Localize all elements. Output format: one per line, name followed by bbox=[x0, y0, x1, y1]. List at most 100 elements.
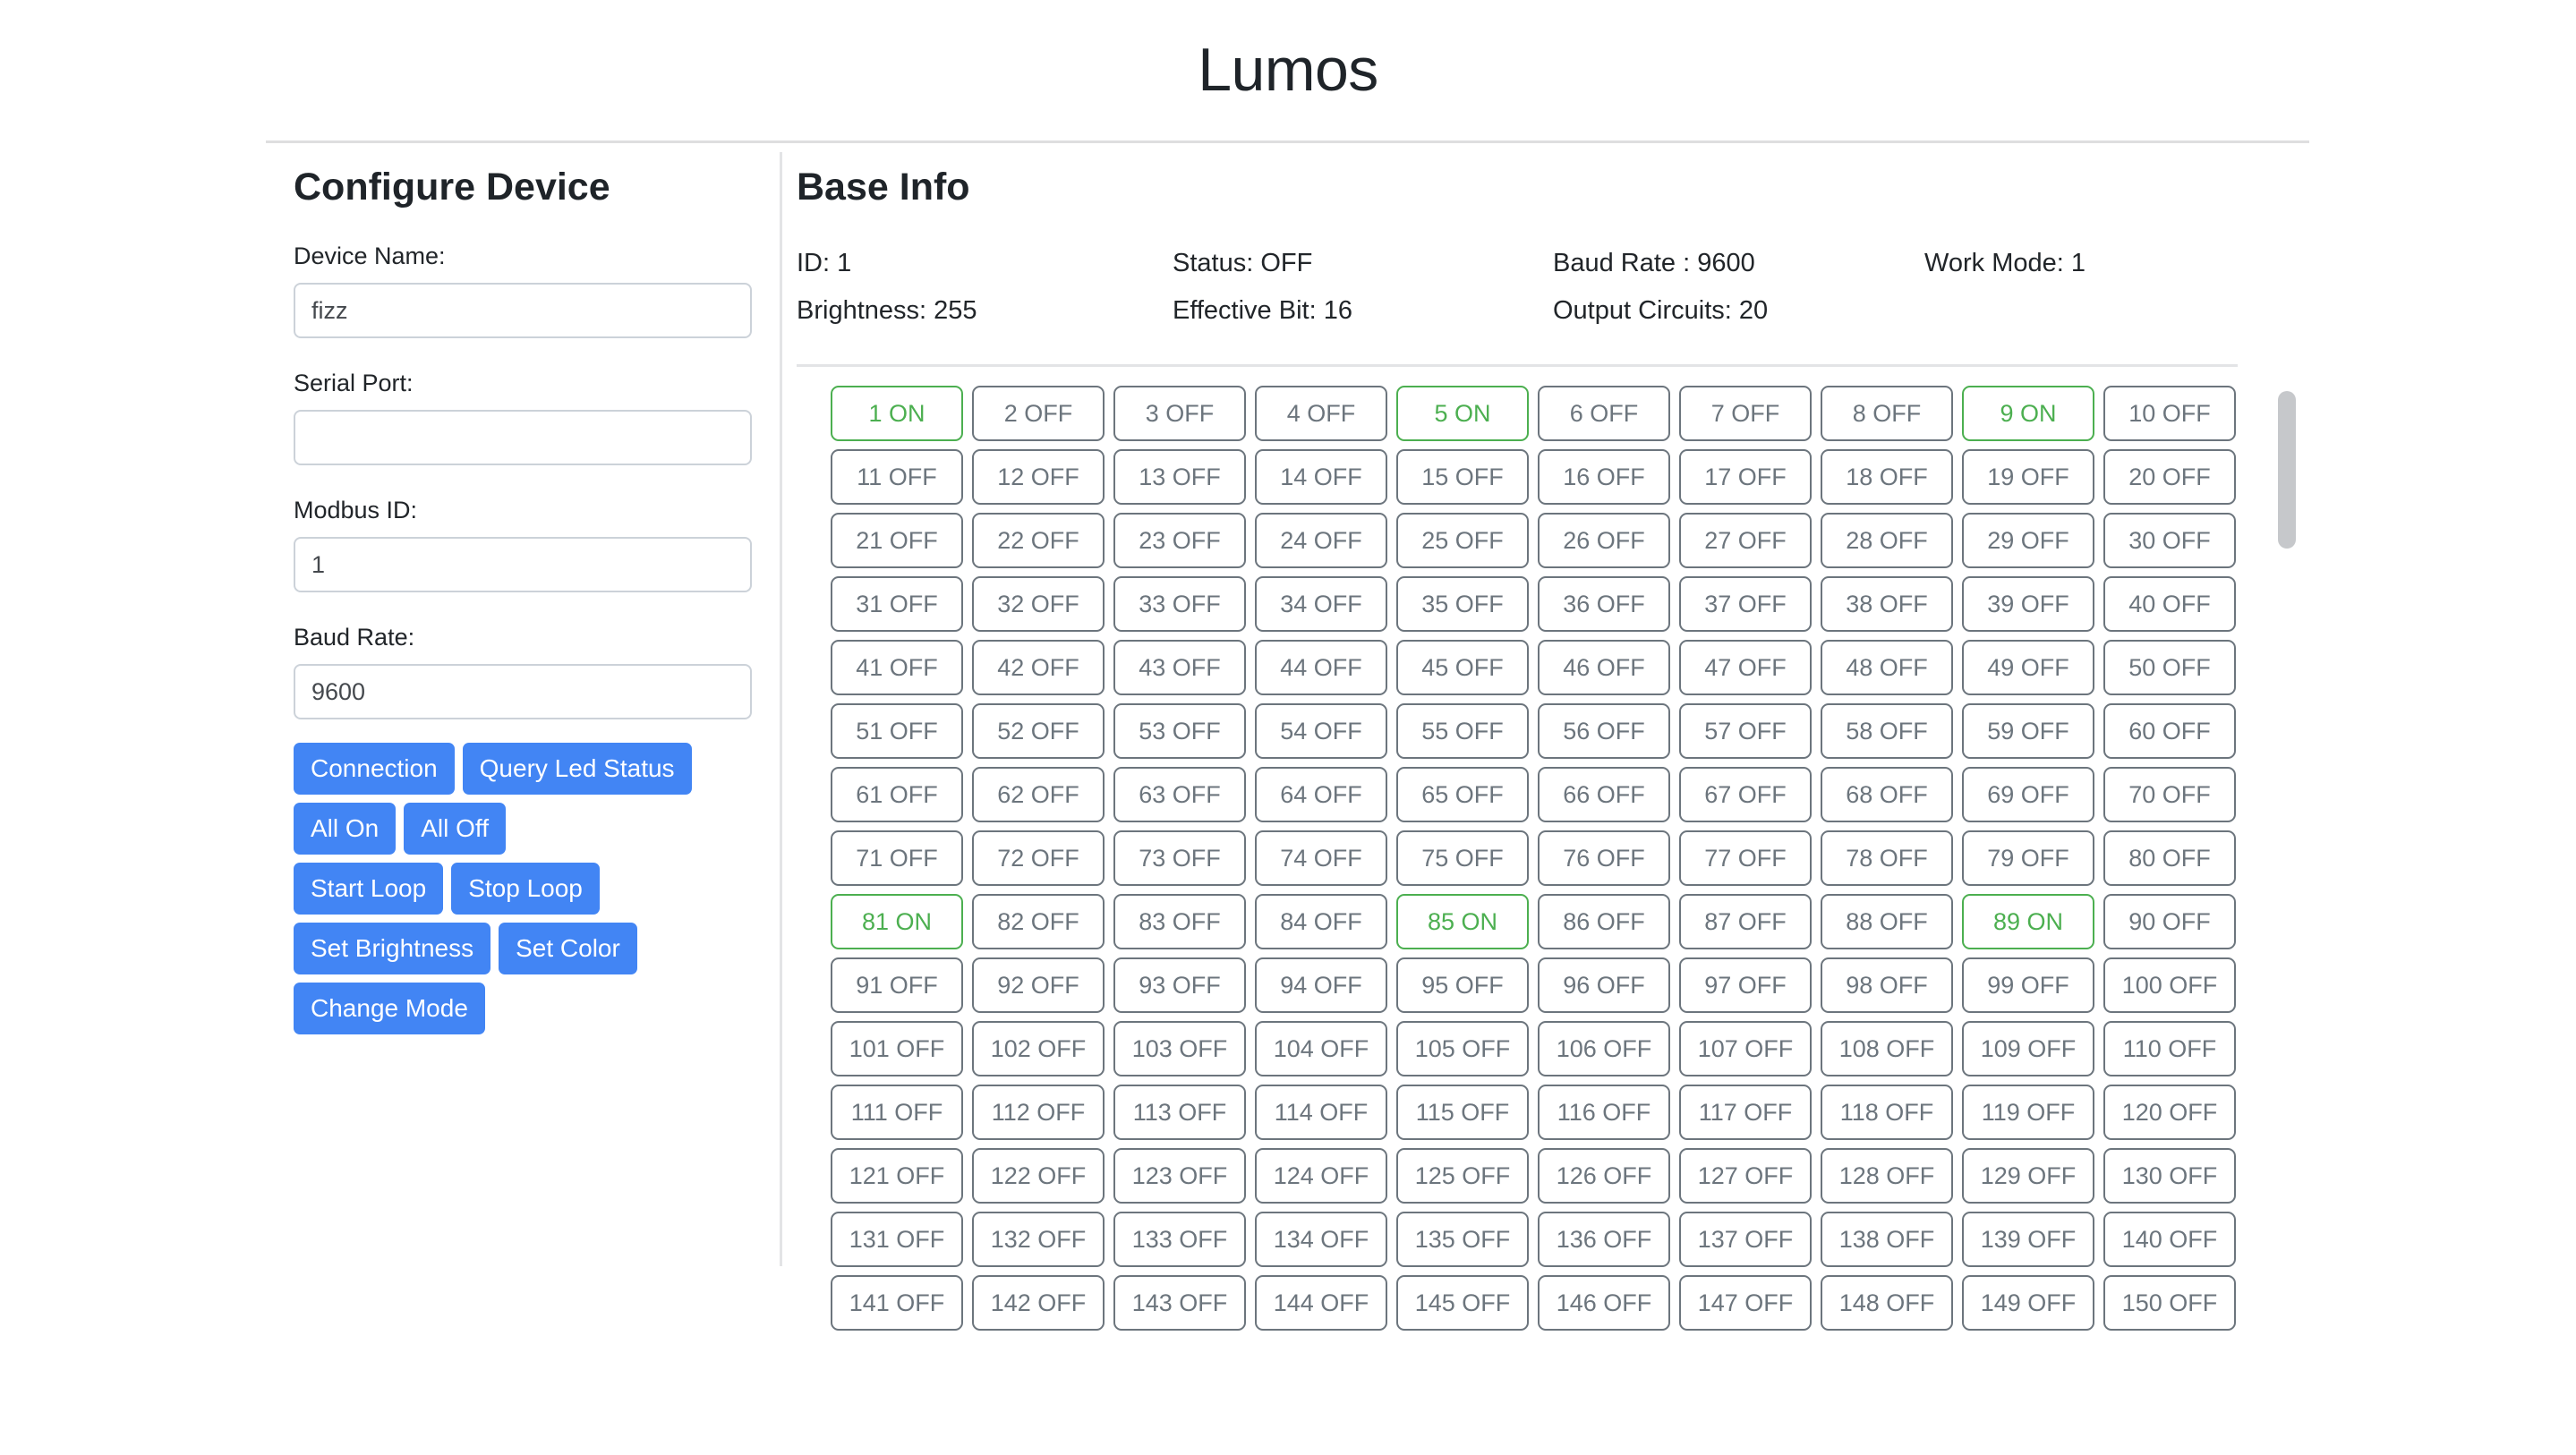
field-input-3[interactable] bbox=[294, 664, 752, 719]
led-button-140[interactable]: 140 OFF bbox=[2103, 1212, 2236, 1267]
led-button-5[interactable]: 5 ON bbox=[1396, 386, 1529, 441]
led-button-98[interactable]: 98 OFF bbox=[1821, 957, 1953, 1013]
led-button-95[interactable]: 95 OFF bbox=[1396, 957, 1529, 1013]
led-button-133[interactable]: 133 OFF bbox=[1113, 1212, 1246, 1267]
query-led-status-button[interactable]: Query Led Status bbox=[462, 743, 692, 795]
led-button-48[interactable]: 48 OFF bbox=[1821, 640, 1953, 695]
led-button-40[interactable]: 40 OFF bbox=[2103, 576, 2236, 632]
led-button-137[interactable]: 137 OFF bbox=[1679, 1212, 1812, 1267]
led-button-46[interactable]: 46 OFF bbox=[1538, 640, 1670, 695]
led-button-88[interactable]: 88 OFF bbox=[1821, 894, 1953, 949]
led-button-127[interactable]: 127 OFF bbox=[1679, 1148, 1812, 1204]
led-button-149[interactable]: 149 OFF bbox=[1962, 1275, 2094, 1331]
led-button-60[interactable]: 60 OFF bbox=[2103, 703, 2236, 759]
start-loop-button[interactable]: Start Loop bbox=[294, 863, 444, 915]
all-off-button[interactable]: All Off bbox=[404, 803, 506, 855]
led-button-31[interactable]: 31 OFF bbox=[831, 576, 963, 632]
led-button-93[interactable]: 93 OFF bbox=[1113, 957, 1246, 1013]
led-button-70[interactable]: 70 OFF bbox=[2103, 767, 2236, 822]
led-button-54[interactable]: 54 OFF bbox=[1255, 703, 1387, 759]
led-button-25[interactable]: 25 OFF bbox=[1396, 513, 1529, 568]
led-button-100[interactable]: 100 OFF bbox=[2103, 957, 2236, 1013]
led-button-143[interactable]: 143 OFF bbox=[1113, 1275, 1246, 1331]
led-button-30[interactable]: 30 OFF bbox=[2103, 513, 2236, 568]
led-button-29[interactable]: 29 OFF bbox=[1962, 513, 2094, 568]
led-button-139[interactable]: 139 OFF bbox=[1962, 1212, 2094, 1267]
led-button-150[interactable]: 150 OFF bbox=[2103, 1275, 2236, 1331]
led-button-89[interactable]: 89 ON bbox=[1962, 894, 2094, 949]
led-button-59[interactable]: 59 OFF bbox=[1962, 703, 2094, 759]
led-button-91[interactable]: 91 OFF bbox=[831, 957, 963, 1013]
led-button-58[interactable]: 58 OFF bbox=[1821, 703, 1953, 759]
led-button-81[interactable]: 81 ON bbox=[831, 894, 963, 949]
led-button-112[interactable]: 112 OFF bbox=[972, 1085, 1105, 1140]
led-button-135[interactable]: 135 OFF bbox=[1396, 1212, 1529, 1267]
led-button-118[interactable]: 118 OFF bbox=[1821, 1085, 1953, 1140]
led-button-105[interactable]: 105 OFF bbox=[1396, 1021, 1529, 1076]
stop-loop-button[interactable]: Stop Loop bbox=[451, 863, 600, 915]
led-button-138[interactable]: 138 OFF bbox=[1821, 1212, 1953, 1267]
led-button-14[interactable]: 14 OFF bbox=[1255, 449, 1387, 505]
led-button-136[interactable]: 136 OFF bbox=[1538, 1212, 1670, 1267]
led-button-55[interactable]: 55 OFF bbox=[1396, 703, 1529, 759]
led-button-26[interactable]: 26 OFF bbox=[1538, 513, 1670, 568]
led-button-87[interactable]: 87 OFF bbox=[1679, 894, 1812, 949]
led-button-8[interactable]: 8 OFF bbox=[1821, 386, 1953, 441]
led-button-65[interactable]: 65 OFF bbox=[1396, 767, 1529, 822]
led-button-33[interactable]: 33 OFF bbox=[1113, 576, 1246, 632]
field-input-1[interactable] bbox=[294, 410, 752, 465]
led-button-24[interactable]: 24 OFF bbox=[1255, 513, 1387, 568]
led-button-15[interactable]: 15 OFF bbox=[1396, 449, 1529, 505]
led-button-61[interactable]: 61 OFF bbox=[831, 767, 963, 822]
led-button-19[interactable]: 19 OFF bbox=[1962, 449, 2094, 505]
led-button-129[interactable]: 129 OFF bbox=[1962, 1148, 2094, 1204]
led-button-82[interactable]: 82 OFF bbox=[972, 894, 1105, 949]
led-button-34[interactable]: 34 OFF bbox=[1255, 576, 1387, 632]
led-button-13[interactable]: 13 OFF bbox=[1113, 449, 1246, 505]
led-button-28[interactable]: 28 OFF bbox=[1821, 513, 1953, 568]
led-button-147[interactable]: 147 OFF bbox=[1679, 1275, 1812, 1331]
led-button-39[interactable]: 39 OFF bbox=[1962, 576, 2094, 632]
led-button-53[interactable]: 53 OFF bbox=[1113, 703, 1246, 759]
led-button-145[interactable]: 145 OFF bbox=[1396, 1275, 1529, 1331]
led-button-99[interactable]: 99 OFF bbox=[1962, 957, 2094, 1013]
led-button-108[interactable]: 108 OFF bbox=[1821, 1021, 1953, 1076]
led-button-83[interactable]: 83 OFF bbox=[1113, 894, 1246, 949]
led-button-37[interactable]: 37 OFF bbox=[1679, 576, 1812, 632]
led-button-66[interactable]: 66 OFF bbox=[1538, 767, 1670, 822]
led-button-21[interactable]: 21 OFF bbox=[831, 513, 963, 568]
led-button-131[interactable]: 131 OFF bbox=[831, 1212, 963, 1267]
led-button-107[interactable]: 107 OFF bbox=[1679, 1021, 1812, 1076]
led-button-23[interactable]: 23 OFF bbox=[1113, 513, 1246, 568]
led-button-96[interactable]: 96 OFF bbox=[1538, 957, 1670, 1013]
led-button-16[interactable]: 16 OFF bbox=[1538, 449, 1670, 505]
field-input-2[interactable] bbox=[294, 537, 752, 592]
led-button-134[interactable]: 134 OFF bbox=[1255, 1212, 1387, 1267]
led-button-77[interactable]: 77 OFF bbox=[1679, 830, 1812, 886]
led-button-113[interactable]: 113 OFF bbox=[1113, 1085, 1246, 1140]
led-button-27[interactable]: 27 OFF bbox=[1679, 513, 1812, 568]
led-button-75[interactable]: 75 OFF bbox=[1396, 830, 1529, 886]
change-mode-button[interactable]: Change Mode bbox=[294, 983, 485, 1034]
led-button-3[interactable]: 3 OFF bbox=[1113, 386, 1246, 441]
led-button-44[interactable]: 44 OFF bbox=[1255, 640, 1387, 695]
led-button-1[interactable]: 1 ON bbox=[831, 386, 963, 441]
led-button-116[interactable]: 116 OFF bbox=[1538, 1085, 1670, 1140]
led-button-43[interactable]: 43 OFF bbox=[1113, 640, 1246, 695]
led-button-74[interactable]: 74 OFF bbox=[1255, 830, 1387, 886]
led-button-106[interactable]: 106 OFF bbox=[1538, 1021, 1670, 1076]
led-button-71[interactable]: 71 OFF bbox=[831, 830, 963, 886]
led-button-10[interactable]: 10 OFF bbox=[2103, 386, 2236, 441]
led-button-50[interactable]: 50 OFF bbox=[2103, 640, 2236, 695]
led-button-52[interactable]: 52 OFF bbox=[972, 703, 1105, 759]
led-button-51[interactable]: 51 OFF bbox=[831, 703, 963, 759]
led-button-85[interactable]: 85 ON bbox=[1396, 894, 1529, 949]
led-button-90[interactable]: 90 OFF bbox=[2103, 894, 2236, 949]
led-button-56[interactable]: 56 OFF bbox=[1538, 703, 1670, 759]
led-button-64[interactable]: 64 OFF bbox=[1255, 767, 1387, 822]
led-button-148[interactable]: 148 OFF bbox=[1821, 1275, 1953, 1331]
led-button-36[interactable]: 36 OFF bbox=[1538, 576, 1670, 632]
led-button-76[interactable]: 76 OFF bbox=[1538, 830, 1670, 886]
led-button-123[interactable]: 123 OFF bbox=[1113, 1148, 1246, 1204]
led-button-63[interactable]: 63 OFF bbox=[1113, 767, 1246, 822]
